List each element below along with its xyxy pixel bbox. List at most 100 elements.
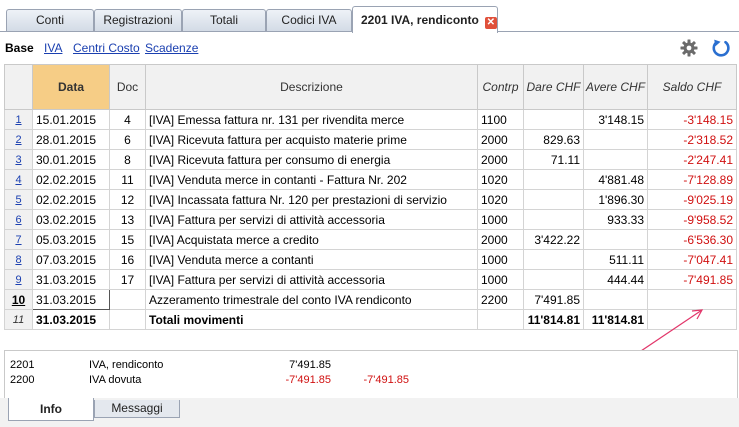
cell-dare[interactable]	[523, 109, 584, 130]
row-number[interactable]: 8	[4, 249, 33, 270]
cell-contrp[interactable]: 2000	[477, 229, 524, 250]
cell-avere[interactable]: 511.11	[583, 249, 648, 270]
column-header-data[interactable]: Data	[32, 64, 110, 110]
column-header-avere[interactable]: Avere CHF	[583, 64, 648, 110]
column-header-contrp[interactable]: Contrp	[477, 64, 524, 110]
table-row[interactable]: 6 03.02.2015 13 [IVA] Fattura per serviz…	[4, 209, 737, 230]
cell-saldo[interactable]: -2'247.41	[647, 149, 737, 170]
cell-avere[interactable]	[583, 229, 648, 250]
gear-icon[interactable]	[679, 38, 699, 58]
refresh-icon[interactable]	[710, 37, 732, 59]
cell-contrp[interactable]: 1000	[477, 249, 524, 270]
view-centri-costo[interactable]: Centri Costo	[73, 41, 140, 55]
column-header-doc[interactable]: Doc	[109, 64, 146, 110]
cell-doc[interactable]: 12	[109, 189, 146, 210]
row-number[interactable]: 10	[4, 289, 33, 310]
cell-saldo[interactable]: -7'128.89	[647, 169, 737, 190]
tab-iva-rendiconto[interactable]: 2201 IVA, rendiconto ✕	[352, 6, 498, 33]
cell-description[interactable]: [IVA] Ricevuta fattura per acquisto mate…	[145, 129, 478, 150]
cell-avere[interactable]	[583, 129, 648, 150]
cell-contrp[interactable]: 1000	[477, 269, 524, 290]
row-number[interactable]: 3	[4, 149, 33, 170]
cell-dare[interactable]: 71.11	[523, 149, 584, 170]
cell-doc[interactable]: 13	[109, 209, 146, 230]
cell-doc[interactable]: 8	[109, 149, 146, 170]
cell-saldo[interactable]: -3'148.15	[647, 109, 737, 130]
cell-doc[interactable]: 17	[109, 269, 146, 290]
cell-doc[interactable]: 4	[109, 109, 146, 130]
cell-dare[interactable]	[523, 169, 584, 190]
view-scadenze[interactable]: Scadenze	[145, 41, 198, 55]
cell-date[interactable]: 02.02.2015	[32, 169, 110, 190]
cell-avere[interactable]: 444.44	[583, 269, 648, 290]
cell-doc[interactable]: 11	[109, 169, 146, 190]
table-row[interactable]: 4 02.02.2015 11 [IVA] Venduta merce in c…	[4, 169, 737, 190]
cell-date[interactable]: 31.03.2015	[32, 269, 110, 290]
row-number[interactable]: 6	[4, 209, 33, 230]
column-header-descrizione[interactable]: Descrizione	[145, 64, 478, 110]
cell-saldo[interactable]: -9'958.52	[647, 209, 737, 230]
cell-avere[interactable]: 4'881.48	[583, 169, 648, 190]
cell-date[interactable]: 28.01.2015	[32, 129, 110, 150]
tab-info[interactable]: Info	[8, 398, 94, 421]
cell-saldo[interactable]: -6'536.30	[647, 229, 737, 250]
cell-saldo[interactable]: -9'025.19	[647, 189, 737, 210]
cell-description[interactable]: [IVA] Fattura per servizi di attività ac…	[145, 269, 478, 290]
tab-conti[interactable]: Conti	[6, 9, 94, 31]
cell-date[interactable]: 05.03.2015	[32, 229, 110, 250]
cell-date[interactable]: 02.02.2015	[32, 189, 110, 210]
tab-messaggi[interactable]: Messaggi	[94, 400, 180, 418]
cell-description[interactable]: [IVA] Venduta merce a contanti	[145, 249, 478, 270]
cell-date[interactable]: 31.03.2015	[32, 289, 110, 310]
cell-description[interactable]: [IVA] Emessa fattura nr. 131 per rivendi…	[145, 109, 478, 130]
cell-date[interactable]: 03.02.2015	[32, 209, 110, 230]
cell-saldo[interactable]: -2'318.52	[647, 129, 737, 150]
cell-dare[interactable]	[523, 209, 584, 230]
cell-saldo[interactable]: -7'491.85	[647, 269, 737, 290]
table-row[interactable]: 2 28.01.2015 6 [IVA] Ricevuta fattura pe…	[4, 129, 737, 150]
cell-dare[interactable]	[523, 269, 584, 290]
row-number[interactable]: 7	[4, 229, 33, 250]
cell-dare[interactable]: 7'491.85	[523, 289, 584, 310]
table-row[interactable]: 1 15.01.2015 4 [IVA] Emessa fattura nr. …	[4, 109, 737, 130]
cell-avere[interactable]: 933.33	[583, 209, 648, 230]
cell-contrp[interactable]: 2000	[477, 129, 524, 150]
table-row[interactable]: 8 07.03.2015 16 [IVA] Venduta merce a co…	[4, 249, 737, 270]
cell-doc[interactable]: 16	[109, 249, 146, 270]
cell-contrp[interactable]: 1000	[477, 209, 524, 230]
cell-saldo[interactable]: -7'047.41	[647, 249, 737, 270]
cell-doc[interactable]: 15	[109, 229, 146, 250]
column-header-dare[interactable]: Dare CHF	[523, 64, 584, 110]
cell-doc[interactable]	[109, 289, 146, 310]
cell-dare[interactable]: 3'422.22	[523, 229, 584, 250]
cell-dare[interactable]: 829.63	[523, 129, 584, 150]
cell-date[interactable]: 30.01.2015	[32, 149, 110, 170]
row-number[interactable]: 2	[4, 129, 33, 150]
table-row-selected[interactable]: 10 31.03.2015 Azzeramento trimestrale de…	[4, 289, 737, 310]
cell-contrp[interactable]: 1020	[477, 189, 524, 210]
table-row[interactable]: 7 05.03.2015 15 [IVA] Acquistata merce a…	[4, 229, 737, 250]
cell-dare[interactable]	[523, 189, 584, 210]
cell-avere[interactable]	[583, 149, 648, 170]
cell-description[interactable]: [IVA] Fattura per servizi di attività ac…	[145, 209, 478, 230]
row-number[interactable]: 1	[4, 109, 33, 130]
cell-contrp[interactable]: 1100	[477, 109, 524, 130]
row-number[interactable]: 9	[4, 269, 33, 290]
row-number[interactable]: 5	[4, 189, 33, 210]
row-number[interactable]: 4	[4, 169, 33, 190]
close-icon[interactable]: ✕	[484, 17, 497, 29]
cell-doc[interactable]: 6	[109, 129, 146, 150]
view-base[interactable]: Base	[5, 41, 34, 55]
cell-contrp[interactable]: 1020	[477, 169, 524, 190]
cell-dare[interactable]	[523, 249, 584, 270]
tab-registrazioni[interactable]: Registrazioni	[94, 9, 182, 31]
cell-contrp[interactable]: 2000	[477, 149, 524, 170]
view-iva[interactable]: IVA	[44, 41, 62, 55]
cell-description[interactable]: [IVA] Acquistata merce a credito	[145, 229, 478, 250]
table-row[interactable]: 3 30.01.2015 8 [IVA] Ricevuta fattura pe…	[4, 149, 737, 170]
tab-totali[interactable]: Totali	[182, 9, 266, 31]
cell-contrp[interactable]: 2200	[477, 289, 524, 310]
cell-avere[interactable]: 1'896.30	[583, 189, 648, 210]
cell-description[interactable]: [IVA] Venduta merce in contanti - Fattur…	[145, 169, 478, 190]
cell-date[interactable]: 07.03.2015	[32, 249, 110, 270]
